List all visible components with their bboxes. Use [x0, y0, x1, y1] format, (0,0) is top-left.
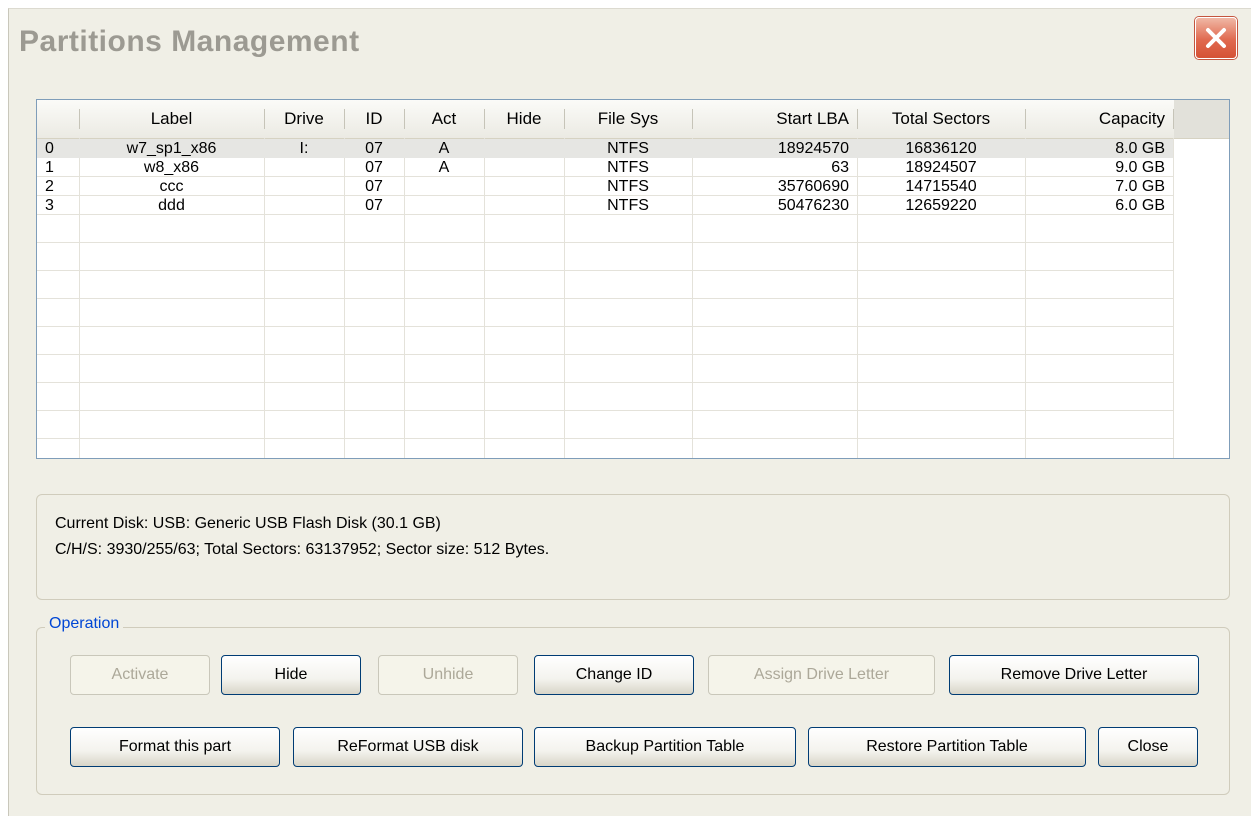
cell-hide	[484, 196, 564, 215]
cell-file-sys: NTFS	[607, 140, 649, 157]
cell-act	[404, 177, 484, 196]
cell-act: A	[438, 140, 450, 157]
cell-capacity: 7.0 GB	[1115, 178, 1165, 195]
cell-file-sys: NTFS	[607, 159, 649, 176]
cell-total-sectors: 18924507	[905, 159, 977, 176]
cell-file-sys: NTFS	[607, 197, 649, 214]
close-window-button[interactable]	[1195, 17, 1237, 59]
change-id-button[interactable]: Change ID	[534, 655, 694, 695]
column-header-act[interactable]: Act	[404, 100, 484, 138]
cell-label: ddd	[158, 197, 185, 214]
cell-start-lba: 50476230	[777, 197, 849, 214]
table-row[interactable]: 1 w8_x86 07 A NTFS 63 18924507 9.0 GB	[37, 158, 1173, 177]
cell-start-lba: 35760690	[777, 178, 849, 195]
cell-drive	[264, 158, 344, 177]
cell-label: ccc	[159, 178, 184, 195]
column-header-label[interactable]: Label	[79, 100, 264, 138]
cell-act	[404, 196, 484, 215]
column-header-drive[interactable]: Drive	[264, 100, 344, 138]
cell-capacity: 6.0 GB	[1115, 197, 1165, 214]
reformat-usb-button[interactable]: ReFormat USB disk	[293, 727, 523, 767]
cell-index: 3	[45, 197, 54, 214]
close-icon	[1206, 28, 1226, 48]
remove-drive-letter-button[interactable]: Remove Drive Letter	[949, 655, 1199, 695]
cell-drive: I:	[299, 140, 309, 157]
cell-label: w7_sp1_x86	[126, 140, 217, 157]
cell-hide	[484, 139, 564, 158]
cell-capacity: 9.0 GB	[1115, 159, 1165, 176]
column-header-start-lba[interactable]: Start LBA	[692, 100, 857, 138]
table-row[interactable]: 3 ddd 07 NTFS 50476230 12659220 6.0 GB	[37, 196, 1173, 215]
partitions-table: Label Drive ID Act Hide File Sys Start L…	[36, 99, 1230, 459]
column-header-total-sectors[interactable]: Total Sectors	[857, 100, 1025, 138]
format-part-button[interactable]: Format this part	[70, 727, 280, 767]
partitions-window: Partitions Management Label Drive ID Act…	[8, 8, 1251, 816]
cell-file-sys: NTFS	[607, 178, 649, 195]
cell-id: 07	[365, 178, 383, 195]
cell-label: w8_x86	[143, 159, 200, 176]
cell-hide	[484, 177, 564, 196]
activate-button[interactable]: Activate	[70, 655, 210, 695]
cell-index: 1	[45, 159, 54, 176]
hide-button[interactable]: Hide	[221, 655, 361, 695]
cell-drive	[264, 196, 344, 215]
close-button[interactable]: Close	[1098, 727, 1198, 767]
cell-total-sectors: 14715540	[905, 178, 977, 195]
cell-id: 07	[365, 159, 383, 176]
disk-geometry-text: C/H/S: 3930/255/63; Total Sectors: 63137…	[55, 541, 550, 558]
column-header-hide[interactable]: Hide	[484, 100, 564, 138]
window-title: Partitions Management	[19, 25, 360, 58]
cell-drive	[264, 177, 344, 196]
cell-hide	[484, 158, 564, 177]
backup-partition-table-button[interactable]: Backup Partition Table	[534, 727, 796, 767]
cell-start-lba: 63	[831, 159, 849, 176]
assign-drive-letter-button[interactable]: Assign Drive Letter	[708, 655, 935, 695]
column-header-file-sys[interactable]: File Sys	[564, 100, 692, 138]
column-header-capacity[interactable]: Capacity	[1025, 100, 1173, 138]
operation-legend: Operation	[45, 615, 124, 633]
cell-index: 2	[45, 178, 54, 195]
unhide-button[interactable]: Unhide	[378, 655, 518, 695]
cell-id: 07	[365, 140, 383, 157]
cell-id: 07	[365, 197, 383, 214]
table-row[interactable]: 2 ccc 07 NTFS 35760690 14715540 7.0 GB	[37, 177, 1173, 196]
cell-start-lba: 18924570	[777, 140, 849, 157]
cell-index: 0	[45, 140, 54, 157]
column-header-index[interactable]	[37, 100, 79, 138]
restore-partition-table-button[interactable]: Restore Partition Table	[808, 727, 1086, 767]
cell-act: A	[438, 159, 450, 176]
table-header: Label Drive ID Act Hide File Sys Start L…	[37, 100, 1229, 139]
current-disk-text: Current Disk: USB: Generic USB Flash Dis…	[55, 515, 441, 532]
column-header-id[interactable]: ID	[344, 100, 404, 138]
operation-group	[36, 627, 1230, 795]
cell-capacity: 8.0 GB	[1115, 140, 1165, 157]
cell-total-sectors: 16836120	[905, 140, 977, 157]
table-row[interactable]: 0 w7_sp1_x86 I: 07 A NTFS 18924570 16836…	[37, 139, 1173, 158]
cell-total-sectors: 12659220	[905, 197, 977, 214]
